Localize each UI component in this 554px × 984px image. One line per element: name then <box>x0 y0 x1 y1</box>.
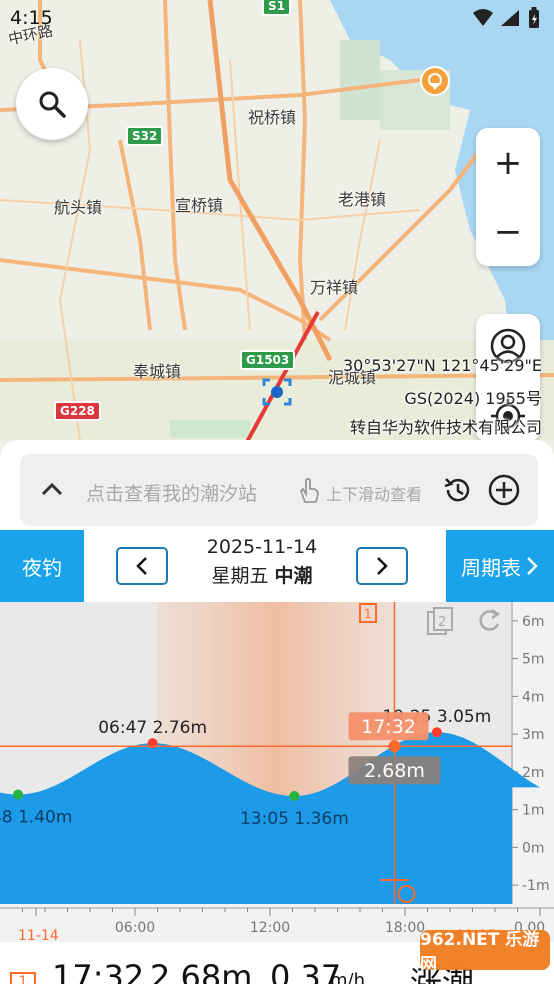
watermark-text: 962.NET 乐游网 <box>420 930 540 975</box>
low-tide-label: 00:48 1.40m <box>0 808 72 828</box>
swipe-hand-icon <box>299 478 319 503</box>
date-text: 2025-11-14 <box>206 536 318 558</box>
zoom-out-icon: − <box>493 211 523 252</box>
low-tide-point <box>13 789 23 800</box>
high-tide-point <box>431 727 442 738</box>
status-time: 4:15 <box>10 7 53 29</box>
chevron-up-icon[interactable] <box>40 480 64 498</box>
night-fishing-button[interactable]: 夜钓 <box>0 530 84 602</box>
low-tide-label: 13:05 1.36m <box>240 809 349 829</box>
cursor-time-label: 17:32 <box>361 716 416 738</box>
zoom-in-icon: + <box>493 142 523 183</box>
y-tick-label: -1m <box>522 878 550 894</box>
cursor-height-label: 2.68m <box>364 760 425 782</box>
tide-chart-svg[interactable]: 6m5m4m3m2m1m0m-1m06:0012:0018:0011-1411-… <box>0 602 554 944</box>
x-tick-label: 12:00 <box>250 920 290 936</box>
next-day-button[interactable] <box>356 547 408 585</box>
coordinate-readout: 30°53'27"N 121°45'29"E <box>342 356 542 375</box>
road-shield-g1503: G1503 <box>240 350 296 370</box>
swipe-hint: 上下滑动查看 <box>326 485 423 504</box>
high-tide-label: 06:47 2.76m <box>98 718 207 738</box>
y-tick-label: 1m <box>522 803 545 819</box>
cursor-badge: 1 <box>10 972 36 984</box>
signal-icon <box>501 10 519 26</box>
station-search-box[interactable]: 点击查看我的潮汐站 上下滑动查看 <box>20 454 538 526</box>
tide-chart[interactable]: 6m5m4m3m2m1m0m-1m06:0012:0018:0011-1411-… <box>0 602 554 944</box>
map-label-wanxiang: 万祥镇 <box>310 278 359 297</box>
history-icon[interactable] <box>442 474 474 506</box>
summary-speed-unit: m/h <box>330 970 366 984</box>
status-bar: 4:15 <box>0 0 554 38</box>
search-placeholder: 点击查看我的潮汐站 <box>86 483 258 505</box>
y-tick-label: 4m <box>522 689 545 705</box>
summary-time: 17:32 <box>52 958 145 984</box>
summary-height: 2.68m <box>150 958 253 984</box>
search-button[interactable] <box>16 68 88 140</box>
road-shield-g228: G228 <box>54 401 101 421</box>
chevron-left-icon <box>136 557 147 575</box>
map-label-zhuqiao: 祝桥镇 <box>248 108 297 127</box>
weekday-tide: 星期五 中潮 <box>184 561 340 588</box>
cycle-table-label: 周期表 <box>461 555 521 580</box>
zoom-controls: + − <box>476 128 540 266</box>
add-icon[interactable] <box>488 474 520 506</box>
y-tick-label: 0m <box>522 840 545 856</box>
map-label-fengcheng: 奉城镇 <box>133 362 182 381</box>
zoom-in-button[interactable]: + <box>476 128 540 197</box>
watermark-logo: 962.NET 乐游网 <box>420 930 550 975</box>
road-shield-s32: S32 <box>126 126 164 146</box>
date-label-start: 11-14 <box>18 928 59 942</box>
low-tide-point <box>289 791 300 802</box>
date-bar: 夜钓 2025-11-14 星期五 中潮 周期表 <box>0 530 554 602</box>
svg-text:1: 1 <box>364 607 372 621</box>
tide-summary-bar: 1 17:32 2.68m 0.37 m/h 涨潮 962.NET 乐游网 <box>0 930 554 984</box>
map-label-xuanqiao: 宣桥镇 <box>175 196 224 215</box>
x-tick-label: 06:00 <box>115 920 155 936</box>
chevron-right-icon <box>377 557 388 575</box>
battery-icon <box>529 7 539 28</box>
weekday-text: 星期五 <box>211 565 269 587</box>
chevron-right-icon <box>527 557 538 575</box>
map-label-laogang: 老港镇 <box>338 190 387 209</box>
date-display: 2025-11-14 星期五 中潮 <box>184 536 340 588</box>
map-attribution: 转自华为软件技术有限公司 <box>349 418 542 437</box>
y-tick-label: 3m <box>522 727 545 743</box>
night-fishing-label: 夜钓 <box>22 555 62 580</box>
y-tick-label: 6m <box>522 614 545 630</box>
map-license: GS(2024) 1955号 <box>404 389 542 408</box>
cycle-table-button[interactable]: 周期表 <box>446 530 554 602</box>
search-icon <box>39 91 66 118</box>
map-label-hangtou: 航头镇 <box>54 198 103 217</box>
prev-day-button[interactable] <box>116 547 168 585</box>
zoom-out-button[interactable]: − <box>476 197 540 266</box>
cursor-point <box>388 740 401 753</box>
y-tick-label: 5m <box>522 652 545 668</box>
station-panel: 点击查看我的潮汐站 上下滑动查看 <box>0 440 554 540</box>
tide-type-text: 中潮 <box>274 565 313 587</box>
svg-text:2: 2 <box>438 615 446 630</box>
pin-icon[interactable] <box>420 66 450 96</box>
wifi-icon <box>473 9 493 26</box>
